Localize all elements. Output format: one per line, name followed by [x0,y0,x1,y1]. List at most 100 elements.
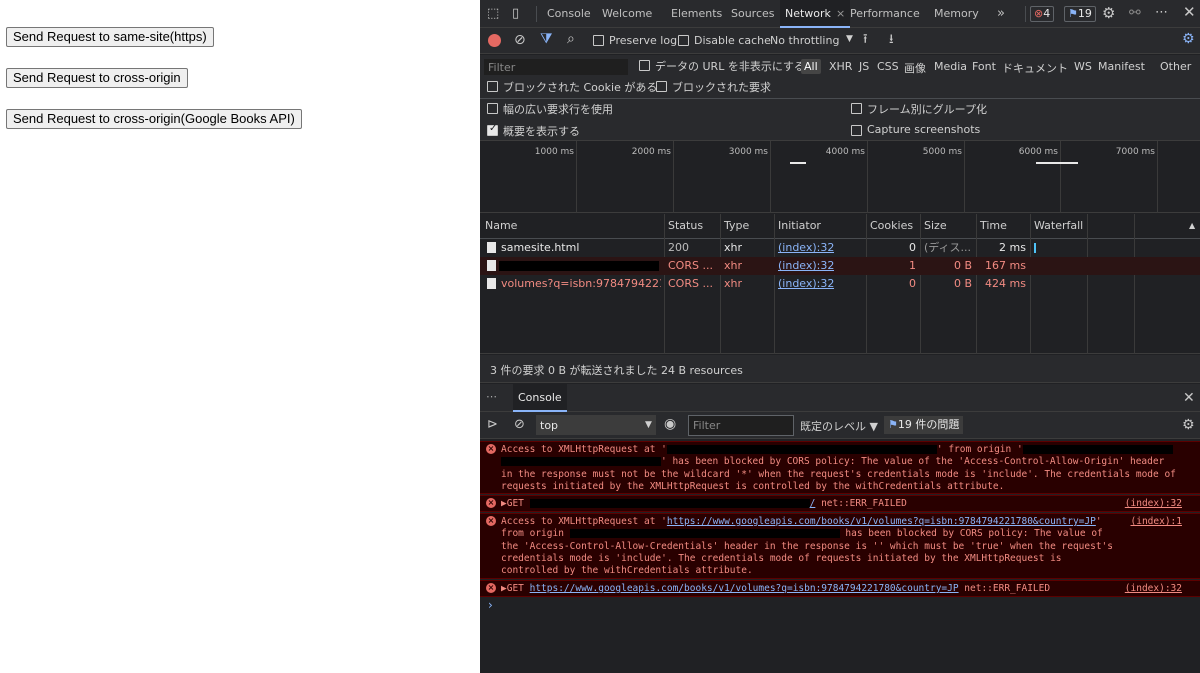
blocked-cookies-checkbox[interactable] [487,81,498,92]
type-filter-other[interactable]: Other [1157,59,1194,74]
capture-screenshots-checkbox[interactable] [851,125,862,136]
console-error-message[interactable]: × ▶GET https://www.googleapis.com/books/… [480,580,1200,597]
cross-origin-request-button[interactable]: Send Request to cross-origin [6,68,188,88]
column-header-name[interactable]: Name [485,214,517,238]
type-filter-all[interactable]: All [801,59,821,74]
type-filter-xhr[interactable]: XHR [826,59,855,74]
request-time: 424 ms [985,277,1026,290]
network-summary-text: 3 件の要求 0 B が転送されました 24 B resources [490,364,743,377]
search-icon[interactable]: ⌕ [567,32,575,46]
message-source-link[interactable]: (index):32 [1125,583,1182,595]
column-header-waterfall[interactable]: Waterfall [1034,214,1083,238]
context-chevron-icon[interactable]: ▼ [645,420,652,430]
live-expression-eye-icon[interactable]: ◉ [664,417,676,431]
googleapis-url-link[interactable]: https://www.googleapis.com/books/v1/volu… [530,583,959,594]
tab-memory[interactable]: Memory [929,0,984,28]
error-icon: × [486,498,496,508]
close-devtools-icon[interactable]: ✕ [1183,5,1196,20]
more-tabs-button[interactable]: » [992,0,1010,28]
request-initiator-link[interactable]: (index):32 [778,257,834,275]
request-initiator-link[interactable]: (index):32 [778,239,834,257]
close-tab-icon[interactable]: × [836,7,845,20]
drawer-more-tools-icon[interactable]: ⋯ [486,390,497,403]
tab-welcome[interactable]: Welcome [597,0,657,28]
column-header-time[interactable]: Time [980,214,1007,238]
request-initiator-link[interactable]: (index):32 [778,275,834,293]
import-har-icon[interactable]: ⭱ [863,33,868,46]
device-toolbar-icon[interactable]: ▯ [512,7,519,20]
column-header-initiator[interactable]: Initiator [778,214,821,238]
type-filter-media[interactable]: Media [931,59,970,74]
console-sidebar-icon[interactable]: ⊳ [487,418,498,431]
disable-cache-checkbox[interactable] [678,35,689,46]
connection-icon[interactable]: ⚯ [1129,6,1141,20]
message-source-link[interactable]: (index):32 [1125,498,1182,510]
type-filter-font[interactable]: Font [969,59,999,74]
google-books-request-button[interactable]: Send Request to cross-origin(Google Book… [6,109,302,129]
tab-console[interactable]: Console [542,0,596,28]
sort-ascending-icon[interactable]: ▲ [1189,214,1195,238]
console-error-message[interactable]: × ▶GET / net::ERR_FAILED (index):32 [480,495,1200,512]
console-filter-input[interactable] [688,415,794,436]
column-header-size[interactable]: Size [924,214,947,238]
tab-performance[interactable]: Performance [845,0,925,28]
throttling-select[interactable]: No throttling [770,34,839,47]
inspect-element-icon[interactable]: ⬚ [487,7,499,20]
console-output: × Access to XMLHttpRequest at ' ' from or… [480,440,1200,673]
capture-screenshots-label: Capture screenshots [867,123,981,136]
console-error-message: × Access to XMLHttpRequest at ' ' from or… [480,441,1200,494]
hide-data-urls-checkbox[interactable] [639,60,650,71]
googleapis-url-link[interactable]: https://www.googleapis.com/books/v1/volu… [667,516,1096,527]
type-filter-css[interactable]: CSS [874,59,902,74]
network-settings-icon[interactable]: ⚙ [1182,32,1195,46]
group-by-frame-checkbox[interactable] [851,103,862,114]
clear-icon[interactable]: ⊘ [514,33,526,47]
type-filter-manifest[interactable]: Manifest [1095,59,1148,74]
blocked-requests-checkbox[interactable] [656,81,667,92]
log-levels-select[interactable]: 既定のレベル ▼ [800,418,878,434]
drawer-tab-console[interactable]: Console [513,384,567,412]
network-filter-bar: データの URL を非表示にする All XHR JS CSS 画像 Media… [480,55,1200,141]
tab-elements[interactable]: Elements [666,0,727,28]
filter-funnel-icon[interactable]: ⧩ [540,32,553,46]
table-row[interactable]: samesite.html 200 xhr (index):32 0 (ディス.… [480,239,1200,257]
type-filter-ws[interactable]: WS [1071,59,1095,74]
type-filter-js[interactable]: JS [856,59,872,74]
timeline-overview[interactable]: 1000 ms 2000 ms 3000 ms 4000 ms 5000 ms … [480,141,1200,213]
console-error-text: Access to XMLHttpRequest at ' ' from orig… [501,444,1182,492]
more-options-icon[interactable]: ⋯ [1155,6,1168,19]
clear-console-icon[interactable]: ⊘ [514,418,525,431]
settings-gear-icon[interactable]: ⚙ [1102,6,1115,21]
console-settings-icon[interactable]: ⚙ [1182,418,1195,432]
message-source-link[interactable]: (index):1 [1131,516,1182,528]
record-icon[interactable] [488,34,501,47]
same-site-request-button[interactable]: Send Request to same-site(https) [6,27,214,47]
column-header-cookies[interactable]: Cookies [870,214,913,238]
waterfall-bar [1034,243,1036,253]
large-rows-checkbox[interactable] [487,103,498,114]
table-row[interactable]: CORS ... xhr (index):32 1 0 B 167 ms [480,257,1200,275]
tab-network[interactable]: Network × [780,0,851,28]
throttling-chevron-icon[interactable]: ▼ [846,34,853,44]
issues-button[interactable]: ⚑19 件の問題 [884,416,964,434]
type-filter-doc[interactable]: ドキュメント [999,59,1071,77]
request-status: CORS ... [668,259,713,272]
show-overview-checkbox[interactable] [487,123,498,136]
hide-data-urls-label: データの URL を非表示にする [655,60,805,73]
issue-count-badge[interactable]: ⚑19 [1064,6,1096,22]
table-row[interactable]: volumes?q=isbn:978479422178... CORS ... … [480,275,1200,293]
network-filter-input[interactable] [484,59,628,75]
request-time: 2 ms [999,241,1026,254]
error-count-badge[interactable]: ⊗4 [1030,6,1055,22]
export-har-icon[interactable]: ⭳ [889,33,894,46]
tab-sources[interactable]: Sources [726,0,780,28]
close-drawer-icon[interactable]: ✕ [1183,391,1195,405]
timeline-request-bar [1036,162,1078,164]
column-header-type[interactable]: Type [724,214,749,238]
column-header-status[interactable]: Status [668,214,703,238]
type-filter-img[interactable]: 画像 [901,59,929,77]
redacted-request-name [499,261,659,271]
timeline-tick [673,141,674,213]
preserve-log-checkbox[interactable] [593,35,604,46]
console-prompt[interactable]: › [488,598,493,612]
